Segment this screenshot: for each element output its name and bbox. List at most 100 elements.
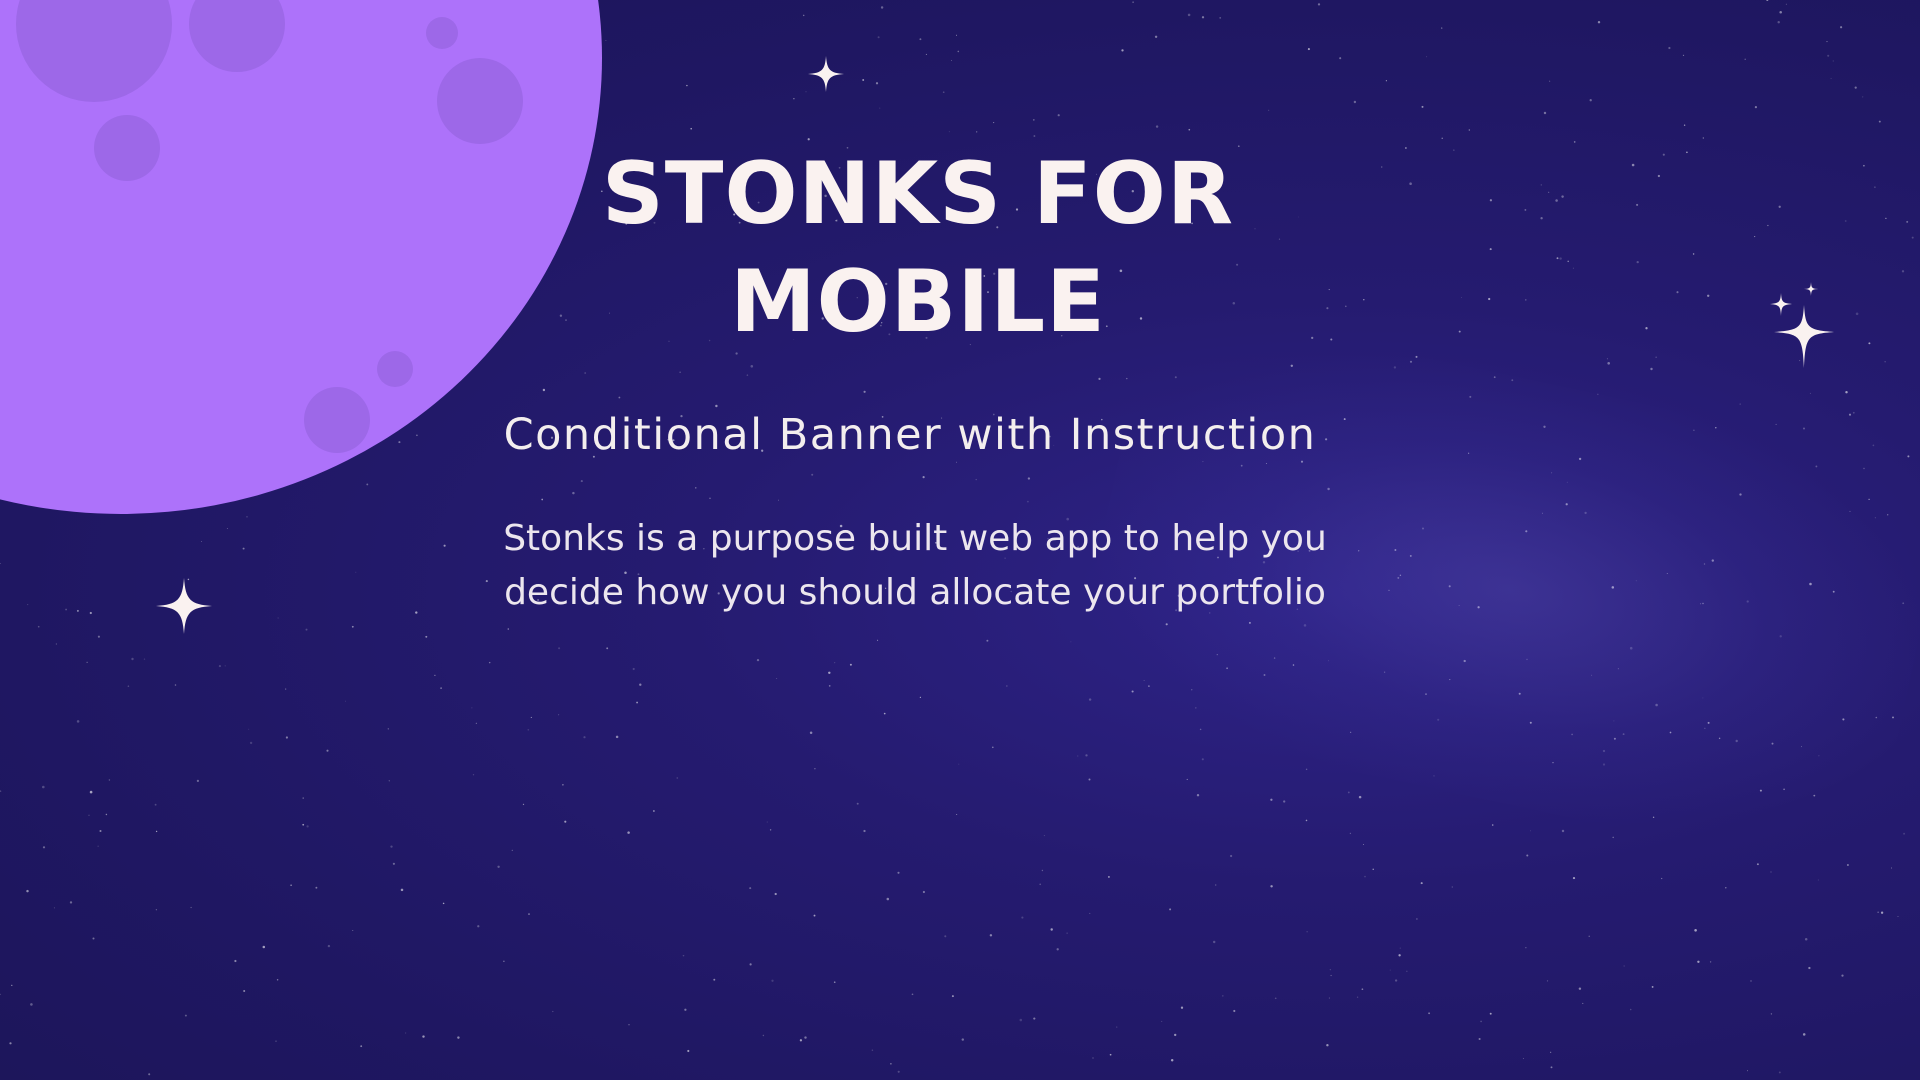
star-dot xyxy=(1468,129,1470,131)
star-dot xyxy=(1126,377,1128,380)
star-dot xyxy=(1901,270,1905,273)
star-dot xyxy=(1636,203,1639,206)
star-dot xyxy=(1804,938,1808,941)
star-dot xyxy=(148,1073,151,1076)
star-dot xyxy=(390,845,393,848)
star-dot xyxy=(0,563,1,565)
star-dot xyxy=(276,979,279,981)
star-dot xyxy=(877,639,879,641)
star-dot xyxy=(897,1070,900,1073)
star-dot xyxy=(327,944,331,948)
star-dot xyxy=(1546,980,1549,982)
star-dot xyxy=(750,365,754,368)
star-dot xyxy=(562,783,564,786)
star-dot xyxy=(1862,96,1864,98)
star-dot xyxy=(1661,877,1663,880)
star-dot xyxy=(1707,294,1710,297)
star-dot xyxy=(1229,854,1233,858)
star-dot xyxy=(226,528,228,529)
star-dot xyxy=(558,714,560,716)
star-dot xyxy=(97,635,100,638)
star-dot xyxy=(355,571,357,573)
star-dot xyxy=(766,821,768,823)
star-dot xyxy=(1817,879,1819,881)
star-dot xyxy=(1550,1066,1553,1069)
star-dot xyxy=(1306,931,1308,933)
star-dot xyxy=(1709,961,1712,963)
star-dot xyxy=(975,478,977,481)
star-dot xyxy=(1409,182,1412,185)
star-dot xyxy=(1827,54,1830,57)
star-dot xyxy=(26,889,29,893)
star-dot xyxy=(1877,911,1879,913)
star-dot xyxy=(886,897,890,901)
star-dot xyxy=(1543,111,1547,115)
star-dot xyxy=(961,1038,964,1041)
star-dot xyxy=(511,849,513,852)
star-dot xyxy=(1328,289,1330,291)
star-dot xyxy=(290,884,292,887)
star-dot xyxy=(687,1049,690,1053)
sparkle-icon xyxy=(156,578,212,634)
star-dot xyxy=(1809,392,1811,394)
star-dot xyxy=(1089,912,1091,914)
star-dot xyxy=(1363,298,1365,301)
star-dot xyxy=(360,1045,363,1048)
star-dot xyxy=(415,611,418,614)
star-dot xyxy=(1186,778,1188,780)
star-dot xyxy=(1019,1018,1023,1022)
star-dot xyxy=(632,667,635,671)
star-dot xyxy=(1832,60,1834,62)
star-dot xyxy=(1692,253,1695,255)
star-dot xyxy=(956,461,957,463)
star-dot xyxy=(1187,13,1191,17)
star-dot xyxy=(1556,257,1559,260)
star-dot xyxy=(1233,1009,1236,1013)
star-dot xyxy=(388,780,390,782)
star-dot xyxy=(828,685,831,687)
star-dot xyxy=(944,935,947,938)
star-dot xyxy=(42,785,45,789)
star-dot xyxy=(1033,1017,1036,1020)
star-dot xyxy=(636,701,639,704)
star-dot xyxy=(976,131,978,133)
star-dot xyxy=(1636,260,1639,264)
star-dot xyxy=(1578,987,1582,990)
star-dot xyxy=(1092,1057,1094,1059)
star-dot xyxy=(405,1032,407,1034)
sparkle-cluster-icon xyxy=(1770,282,1834,368)
star-dot xyxy=(679,371,681,373)
star-dot xyxy=(1180,1006,1184,1009)
star-dot xyxy=(948,131,950,133)
star-dot xyxy=(1399,947,1401,949)
star-dot xyxy=(76,609,79,612)
star-dot xyxy=(1364,875,1366,878)
star-dot xyxy=(1109,1053,1112,1056)
star-dot xyxy=(1697,960,1700,963)
star-dot xyxy=(1347,791,1350,794)
star-dot xyxy=(686,84,688,87)
star-dot xyxy=(1650,367,1653,371)
star-dot xyxy=(957,50,960,53)
star-dot xyxy=(1297,216,1299,218)
star-dot xyxy=(1526,854,1529,857)
star-dot xyxy=(246,515,248,518)
star-dot xyxy=(676,777,679,779)
star-dot xyxy=(154,803,157,806)
star-dot xyxy=(1222,995,1224,997)
star-dot xyxy=(749,963,752,966)
star-dot xyxy=(804,1036,807,1039)
star-dot xyxy=(1884,361,1886,363)
star-dot xyxy=(1489,199,1493,202)
star-dot xyxy=(890,1063,892,1065)
star-dot xyxy=(472,774,475,776)
star-dot xyxy=(986,639,989,642)
star-dot xyxy=(1770,1013,1773,1015)
star-dot xyxy=(1070,641,1072,643)
star-dot xyxy=(802,14,805,17)
star-dot xyxy=(897,871,900,874)
slide: STONKS FOR MOBILE Conditional Banner wit… xyxy=(0,0,1920,1080)
star-dot xyxy=(1607,362,1610,365)
star-dot xyxy=(1201,16,1205,19)
star-dot xyxy=(1196,794,1200,797)
